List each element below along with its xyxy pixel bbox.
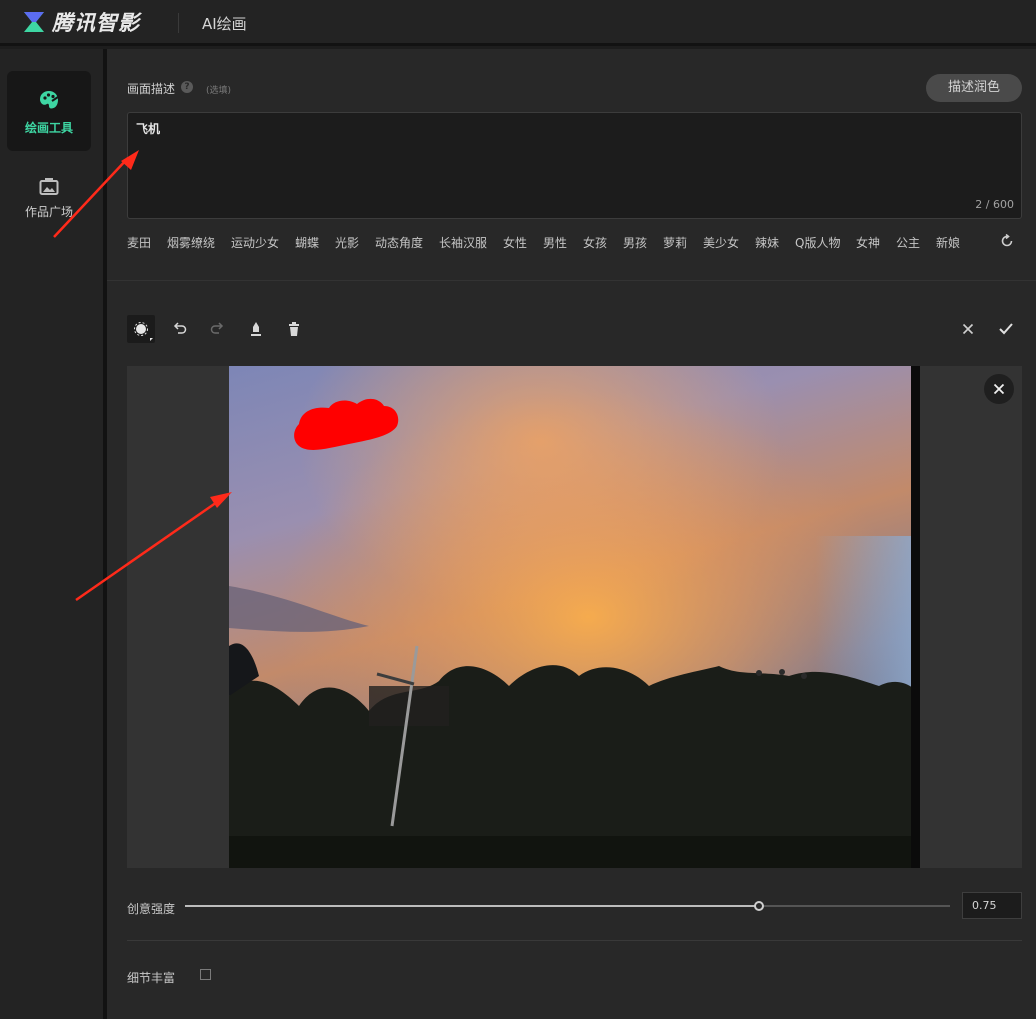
sidebar-item-label: 绘画工具 (24, 121, 73, 135)
tag-item[interactable]: 麦田 (127, 234, 151, 251)
close-icon (962, 323, 974, 335)
creativity-label: 创意强度 (127, 902, 176, 916)
tag-item[interactable]: 长袖汉服 (439, 234, 487, 251)
creativity-slider[interactable] (185, 901, 950, 911)
undo-button[interactable] (166, 315, 194, 343)
tag-item[interactable]: 美少女 (703, 234, 739, 251)
gallery-icon (39, 178, 59, 195)
confirm-button[interactable] (992, 315, 1020, 343)
tag-item[interactable]: Q版人物 (795, 234, 840, 251)
tag-item[interactable]: 萝莉 (663, 234, 687, 251)
redo-icon (210, 322, 224, 334)
header-divider (178, 13, 179, 33)
section-divider (107, 280, 1036, 281)
reference-image[interactable] (229, 366, 920, 868)
sidebar-item-gallery[interactable]: 作品广场 (7, 159, 91, 239)
tag-item[interactable]: 女孩 (583, 234, 607, 251)
tag-item[interactable]: 女神 (856, 234, 880, 251)
creativity-slider-thumb[interactable] (753, 901, 764, 911)
undo-icon (173, 322, 187, 334)
brush-icon (134, 322, 153, 341)
sidebar-item-label: 作品广场 (24, 205, 73, 219)
logo-icon (24, 12, 44, 32)
detail-checkbox[interactable] (200, 969, 211, 980)
close-icon (993, 383, 1005, 395)
tag-item[interactable]: 女性 (503, 234, 527, 251)
prompt-input[interactable]: 飞机 2 / 600 (127, 112, 1022, 219)
char-counter: 2 / 600 (975, 198, 1014, 211)
brush-tool-button[interactable] (127, 315, 155, 343)
creativity-value-input[interactable] (962, 892, 1022, 919)
main-panel: 画面描述 ? (选填) 描述润色 飞机 2 / 600 麦田 烟雾缭绕 运动少女… (107, 49, 1036, 1019)
refresh-icon[interactable] (1000, 234, 1014, 248)
section-divider (127, 940, 1022, 941)
delete-button[interactable] (280, 315, 308, 343)
creativity-slider-fill (185, 905, 759, 907)
tag-item[interactable]: 光影 (335, 234, 359, 251)
sidebar: 绘画工具 作品广场 (0, 49, 103, 1019)
prompt-label: 画面描述 (127, 82, 176, 96)
sunset-photo (229, 366, 920, 868)
tag-item[interactable]: 蝴蝶 (295, 234, 319, 251)
tag-item[interactable]: 运动少女 (231, 234, 279, 251)
top-bar: 腾讯智影 AI绘画 (0, 0, 1036, 46)
trash-icon (289, 322, 299, 336)
detail-label: 细节丰富 (127, 971, 176, 985)
tag-list: 麦田 烟雾缭绕 运动少女 蝴蝶 光影 动态角度 长袖汉服 女性 男性 女孩 男孩… (127, 234, 987, 252)
tag-item[interactable]: 公主 (896, 234, 920, 251)
prompt-value[interactable]: 飞机 (136, 120, 160, 137)
eraser-button[interactable] (242, 315, 270, 343)
app-title: AI绘画 (202, 15, 247, 33)
drawing-canvas[interactable] (127, 366, 1022, 868)
tag-item[interactable]: 烟雾缭绕 (167, 234, 215, 251)
tag-item[interactable]: 新娘 (936, 234, 960, 251)
eraser-icon (251, 322, 261, 336)
sidebar-item-drawing-tools[interactable]: 绘画工具 (7, 71, 91, 151)
tag-item[interactable]: 男孩 (623, 234, 647, 251)
tag-item[interactable]: 动态角度 (375, 234, 423, 251)
tag-item[interactable]: 男性 (543, 234, 567, 251)
brand-name: 腾讯智影 (52, 11, 140, 35)
tag-item[interactable]: 辣妹 (755, 234, 779, 251)
check-icon (999, 323, 1013, 335)
cancel-button[interactable] (954, 315, 982, 343)
redo-button[interactable] (203, 315, 231, 343)
help-icon[interactable]: ? (181, 81, 193, 93)
remove-image-button[interactable] (984, 374, 1014, 404)
optional-hint: (选填) (206, 86, 232, 96)
palette-icon (40, 91, 59, 109)
polish-description-button[interactable]: 描述润色 (926, 74, 1022, 102)
